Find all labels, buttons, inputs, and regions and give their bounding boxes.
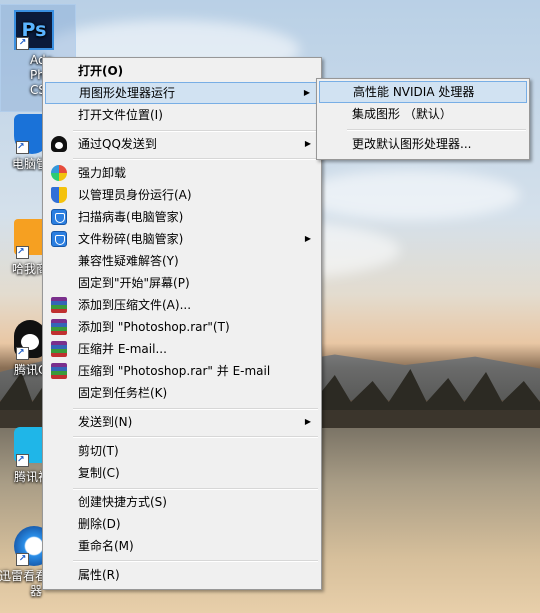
menu-item-label: 创建快捷方式(S) xyxy=(78,495,167,509)
cloud xyxy=(300,170,520,220)
menu-item-delete[interactable]: 删除(D) xyxy=(45,513,319,535)
menu-item-open-file-location[interactable]: 打开文件位置(I) xyxy=(45,104,319,126)
menu-item-label: 复制(C) xyxy=(78,466,120,480)
menu-item-scan-virus[interactable]: 扫描病毒(电脑管家) xyxy=(45,206,319,228)
menu-item-label: 更改默认图形处理器... xyxy=(352,137,472,151)
menu-separator xyxy=(73,130,318,132)
menu-item-open[interactable]: 打开(O) xyxy=(45,60,319,82)
menu-item-label: 用图形处理器运行 xyxy=(79,86,176,100)
menu-item-file-shredder[interactable]: 文件粉碎(电脑管家) ▶ xyxy=(45,228,319,250)
shortcut-arrow-icon: ↗ xyxy=(16,553,29,566)
menu-item-add-to-photoshop-rar[interactable]: 添加到 "Photoshop.rar"(T) xyxy=(45,316,319,338)
qq-icon xyxy=(51,136,67,152)
menu-item-label: 添加到压缩文件(A)... xyxy=(78,298,192,312)
menu-separator xyxy=(73,158,318,160)
menu-item-label: 打开文件位置(I) xyxy=(78,108,163,122)
winrar-icon xyxy=(51,341,67,357)
submenu-item-nvidia[interactable]: 高性能 NVIDIA 处理器 xyxy=(319,81,527,103)
submenu-arrow-icon: ▶ xyxy=(304,417,311,426)
menu-item-run-as-admin[interactable]: 以管理员身份运行(A) xyxy=(45,184,319,206)
menu-item-pin-to-start[interactable]: 固定到"开始"屏幕(P) xyxy=(45,272,319,294)
menu-item-create-shortcut[interactable]: 创建快捷方式(S) xyxy=(45,491,319,513)
menu-item-label: 扫描病毒(电脑管家) xyxy=(78,210,184,224)
menu-item-run-with-gpu[interactable]: 用图形处理器运行 ▶ xyxy=(45,82,319,104)
photoshop-icon: Ps ↗ xyxy=(14,10,54,50)
menu-item-label: 压缩到 "Photoshop.rar" 并 E-mail xyxy=(78,364,271,378)
shortcut-arrow-icon: ↗ xyxy=(16,454,29,467)
menu-separator xyxy=(73,488,318,490)
menu-item-label: 通过QQ发送到 xyxy=(78,137,157,151)
menu-item-label: 以管理员身份运行(A) xyxy=(78,188,192,202)
submenu-item-integrated[interactable]: 集成图形 （默认） xyxy=(319,103,527,125)
menu-item-send-via-qq[interactable]: 通过QQ发送到 ▶ xyxy=(45,133,319,155)
menu-item-rename[interactable]: 重命名(M) xyxy=(45,535,319,557)
winrar-icon xyxy=(51,297,67,313)
menu-item-label: 兼容性疑难解答(Y) xyxy=(78,254,179,268)
winrar-icon xyxy=(51,319,67,335)
shortcut-arrow-icon: ↗ xyxy=(16,37,29,50)
menu-item-add-to-archive[interactable]: 添加到压缩文件(A)... xyxy=(45,294,319,316)
submenu-arrow-icon: ▶ xyxy=(304,139,311,148)
shortcut-arrow-icon: ↗ xyxy=(16,347,29,360)
menu-item-compress-to-rar-and-email[interactable]: 压缩到 "Photoshop.rar" 并 E-mail xyxy=(45,360,319,382)
menu-item-label: 发送到(N) xyxy=(78,415,133,429)
menu-separator xyxy=(347,129,526,131)
shortcut-arrow-icon: ↗ xyxy=(16,246,29,259)
menu-item-label: 集成图形 （默认） xyxy=(352,107,452,121)
submenu-item-change-default[interactable]: 更改默认图形处理器... xyxy=(319,133,527,155)
submenu-arrow-icon: ▶ xyxy=(304,234,311,243)
menu-item-force-uninstall[interactable]: 强力卸载 xyxy=(45,162,319,184)
menu-item-label: 剪切(T) xyxy=(78,444,119,458)
menu-item-pin-to-taskbar[interactable]: 固定到任务栏(K) xyxy=(45,382,319,404)
menu-item-troubleshoot-compatibility[interactable]: 兼容性疑难解答(Y) xyxy=(45,250,319,272)
menu-item-label: 属性(R) xyxy=(78,568,120,582)
menu-item-label: 固定到"开始"屏幕(P) xyxy=(78,276,190,290)
menu-item-label: 强力卸载 xyxy=(78,166,127,180)
uninstall-icon xyxy=(51,165,67,181)
menu-item-label: 重命名(M) xyxy=(78,539,134,553)
menu-item-label: 文件粉碎(电脑管家) xyxy=(78,232,184,246)
winrar-icon xyxy=(51,363,67,379)
context-menu: 打开(O) 用图形处理器运行 ▶ 打开文件位置(I) 通过QQ发送到 ▶ 强力卸… xyxy=(42,57,322,590)
menu-item-label: 固定到任务栏(K) xyxy=(78,386,168,400)
menu-item-label: 删除(D) xyxy=(78,517,121,531)
menu-item-cut[interactable]: 剪切(T) xyxy=(45,440,319,462)
menu-item-label: 高性能 NVIDIA 处理器 xyxy=(353,85,475,99)
menu-item-send-to[interactable]: 发送到(N) ▶ xyxy=(45,411,319,433)
pc-manager-icon xyxy=(51,209,67,225)
menu-item-properties[interactable]: 属性(R) xyxy=(45,564,319,586)
submenu-arrow-icon: ▶ xyxy=(303,88,310,97)
menu-separator xyxy=(73,436,318,438)
menu-item-copy[interactable]: 复制(C) xyxy=(45,462,319,484)
shortcut-arrow-icon: ↗ xyxy=(16,141,29,154)
menu-item-label: 添加到 "Photoshop.rar"(T) xyxy=(78,320,230,334)
menu-item-compress-and-email[interactable]: 压缩并 E-mail... xyxy=(45,338,319,360)
gpu-submenu: 高性能 NVIDIA 处理器 集成图形 （默认） 更改默认图形处理器... xyxy=(316,78,530,160)
menu-item-label: 压缩并 E-mail... xyxy=(78,342,167,356)
menu-separator xyxy=(73,408,318,410)
uac-shield-icon xyxy=(51,187,67,203)
menu-item-label: 打开(O) xyxy=(78,64,124,78)
menu-separator xyxy=(73,560,318,562)
pc-manager-icon xyxy=(51,231,67,247)
